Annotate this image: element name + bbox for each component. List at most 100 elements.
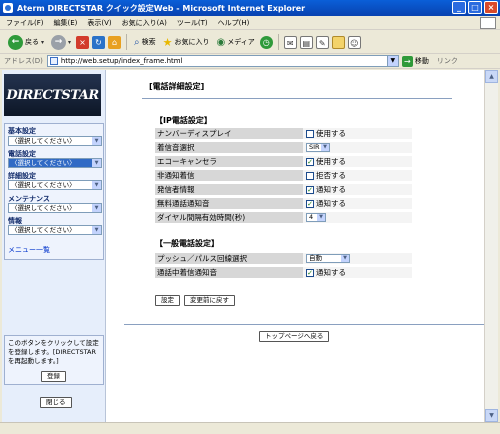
nav-select-info-value: 〈選択してください〉 (11, 226, 76, 234)
ringtone-select[interactable]: SIR ▼ (306, 143, 330, 152)
maximize-icon[interactable]: □ (468, 1, 482, 14)
go-button[interactable]: → 移動 (401, 55, 429, 67)
messenger-icon[interactable]: ☺ (347, 35, 361, 49)
setting-label: プッシュ／パルス回線選択 (157, 254, 247, 263)
nav-label-basic: 基本設定 (8, 127, 36, 135)
page-icon (49, 57, 58, 65)
chevron-down-icon: ▼ (92, 226, 101, 234)
nav-select-phone[interactable]: 〈選択してください〉 ▼ (8, 158, 102, 168)
setting-row-echo-canceller: エコーキャンセラ ✓ 使用する (155, 156, 412, 167)
menu-favorites[interactable]: お気に入り(A) (122, 18, 167, 28)
nav-select-basic-value: 〈選択してください〉 (11, 137, 76, 145)
menu-file[interactable]: ファイル(F) (6, 18, 44, 28)
minimize-icon[interactable]: _ (452, 1, 466, 14)
apply-button[interactable]: 設定 (155, 295, 180, 306)
links-label[interactable]: リンク (437, 56, 458, 66)
setting-row-anonymous-call: 非通知着信 拒否する (155, 170, 412, 181)
menu-help[interactable]: ヘルプ(H) (218, 18, 250, 28)
setting-row-caller-info: 発信者情報 ✓ 通知する (155, 184, 412, 195)
setting-label: 着信音選択 (157, 143, 195, 152)
menu-edit[interactable]: 編集(E) (54, 18, 78, 28)
anonymous-call-checkbox[interactable] (306, 171, 314, 180)
forward-arrow-icon: → (51, 34, 67, 50)
go-label: 移動 (414, 57, 429, 65)
setting-row-free-call-tone: 無料通話通知音 ✓ 通知する (155, 198, 412, 209)
left-frame: DIRECTSTAR 基本設定 〈選択してください〉 ▼ 電話設定 〈選択してくだ… (2, 70, 106, 422)
status-bar (0, 422, 500, 434)
favorites-button[interactable]: ★ お気に入り (161, 33, 212, 51)
toolbar-separator (126, 34, 128, 50)
nav-select-maintenance[interactable]: 〈選択してください〉 ▼ (8, 203, 102, 213)
ringtone-value: SIR (309, 143, 320, 151)
chevron-down-icon: ▼ (92, 204, 101, 212)
home-icon[interactable]: ⌂ (108, 35, 122, 49)
favorites-label: お気に入り (174, 38, 210, 46)
call-waiting-tone-checkbox[interactable]: ✓ (306, 268, 314, 277)
address-label: アドレス(D) (4, 57, 43, 65)
free-call-tone-checkbox[interactable]: ✓ (306, 199, 314, 208)
chevron-down-icon: ▾ (41, 38, 45, 46)
nav-select-info[interactable]: 〈選択してください〉 ▼ (8, 225, 102, 235)
menu-view[interactable]: 表示(V) (87, 18, 111, 28)
reset-button[interactable]: 変更前に戻す (184, 295, 235, 306)
echo-canceller-checkbox[interactable]: ✓ (306, 157, 314, 166)
ip-section-title: 【IP電話設定】 (155, 116, 212, 125)
checkbox-label: 拒否する (316, 171, 346, 180)
close-icon[interactable]: × (484, 1, 498, 14)
vertical-scrollbar[interactable]: ▲ ▼ (484, 70, 498, 422)
folder-icon[interactable] (331, 35, 345, 49)
toolbar-separator (277, 34, 279, 50)
stop-icon[interactable]: × (76, 35, 90, 49)
dial-interval-select[interactable]: 4 ▼ (306, 213, 326, 222)
nav-select-basic[interactable]: 〈選択してください〉 ▼ (8, 136, 102, 146)
chevron-down-icon[interactable]: ▼ (386, 56, 398, 66)
general-section-title: 【一般電話設定】 (155, 239, 219, 248)
chevron-down-icon: ▼ (341, 255, 349, 262)
chevron-down-icon: ▾ (68, 38, 72, 46)
back-button[interactable]: ← 戻る ▾ (6, 33, 46, 51)
ie-app-icon (3, 3, 13, 13)
setting-row-number-display: ナンバーディスプレイ 使用する (155, 128, 412, 139)
register-info-text: このボタンをクリックして設定を登録します。[DIRECTSTARを再起動します。… (8, 339, 99, 365)
history-icon[interactable]: ◷ (259, 35, 273, 49)
page-content: DIRECTSTAR 基本設定 〈選択してください〉 ▼ 電話設定 〈選択してくだ… (2, 70, 484, 422)
menu-tools[interactable]: ツール(T) (177, 18, 208, 28)
page-title: [電話詳細設定] (149, 82, 205, 91)
mail-icon[interactable]: ✉ (283, 35, 297, 49)
window-title-bar: Aterm DIRECTSTAR クイック設定Web - Microsoft I… (0, 0, 500, 16)
scroll-down-icon[interactable]: ▼ (485, 409, 498, 422)
chevron-down-icon: ▼ (92, 159, 101, 167)
directstar-logo: DIRECTSTAR (4, 74, 101, 116)
back-label: 戻る (25, 38, 39, 46)
number-display-checkbox[interactable] (306, 129, 314, 138)
setting-row-push-pulse: プッシュ／パルス回線選択 自動 ▼ (155, 253, 412, 264)
window-controls: _ □ × (452, 1, 498, 14)
media-label: メディア (227, 38, 255, 46)
forward-button[interactable]: → ▾ (49, 33, 73, 51)
top-page-button[interactable]: トップページへ戻る (259, 331, 330, 342)
push-pulse-value: 自動 (309, 254, 322, 262)
checkbox-label: 使用する (316, 157, 346, 166)
edit-icon[interactable]: ✎ (315, 35, 329, 49)
search-icon: ⌕ (134, 36, 140, 48)
address-input[interactable]: http://web.setup/index_frame.html ▼ (46, 55, 399, 67)
chevron-down-icon: ▼ (92, 137, 101, 145)
search-button[interactable]: ⌕ 検索 (132, 33, 158, 51)
address-url: http://web.setup/index_frame.html (60, 57, 183, 65)
refresh-icon[interactable]: ↻ (92, 35, 106, 49)
close-button[interactable]: 閉じる (40, 397, 72, 408)
search-label: 検索 (141, 38, 156, 46)
push-pulse-select[interactable]: 自動 ▼ (306, 254, 350, 263)
scroll-up-icon[interactable]: ▲ (485, 70, 498, 83)
dial-interval-value: 4 (309, 213, 314, 221)
media-button[interactable]: ◉ メディア (215, 33, 257, 51)
caller-info-checkbox[interactable]: ✓ (306, 185, 314, 194)
menu-list-link[interactable]: メニュー一覧 (8, 245, 50, 255)
print-icon[interactable]: ▤ (299, 35, 313, 49)
setting-label: 発信者情報 (157, 185, 195, 194)
nav-select-advanced[interactable]: 〈選択してください〉 ▼ (8, 180, 102, 190)
address-bar: アドレス(D) http://web.setup/index_frame.htm… (0, 54, 500, 69)
form-actions: 設定 変更前に戻す (155, 295, 235, 306)
go-arrow-icon: → (401, 55, 413, 67)
register-button[interactable]: 登録 (41, 371, 66, 382)
